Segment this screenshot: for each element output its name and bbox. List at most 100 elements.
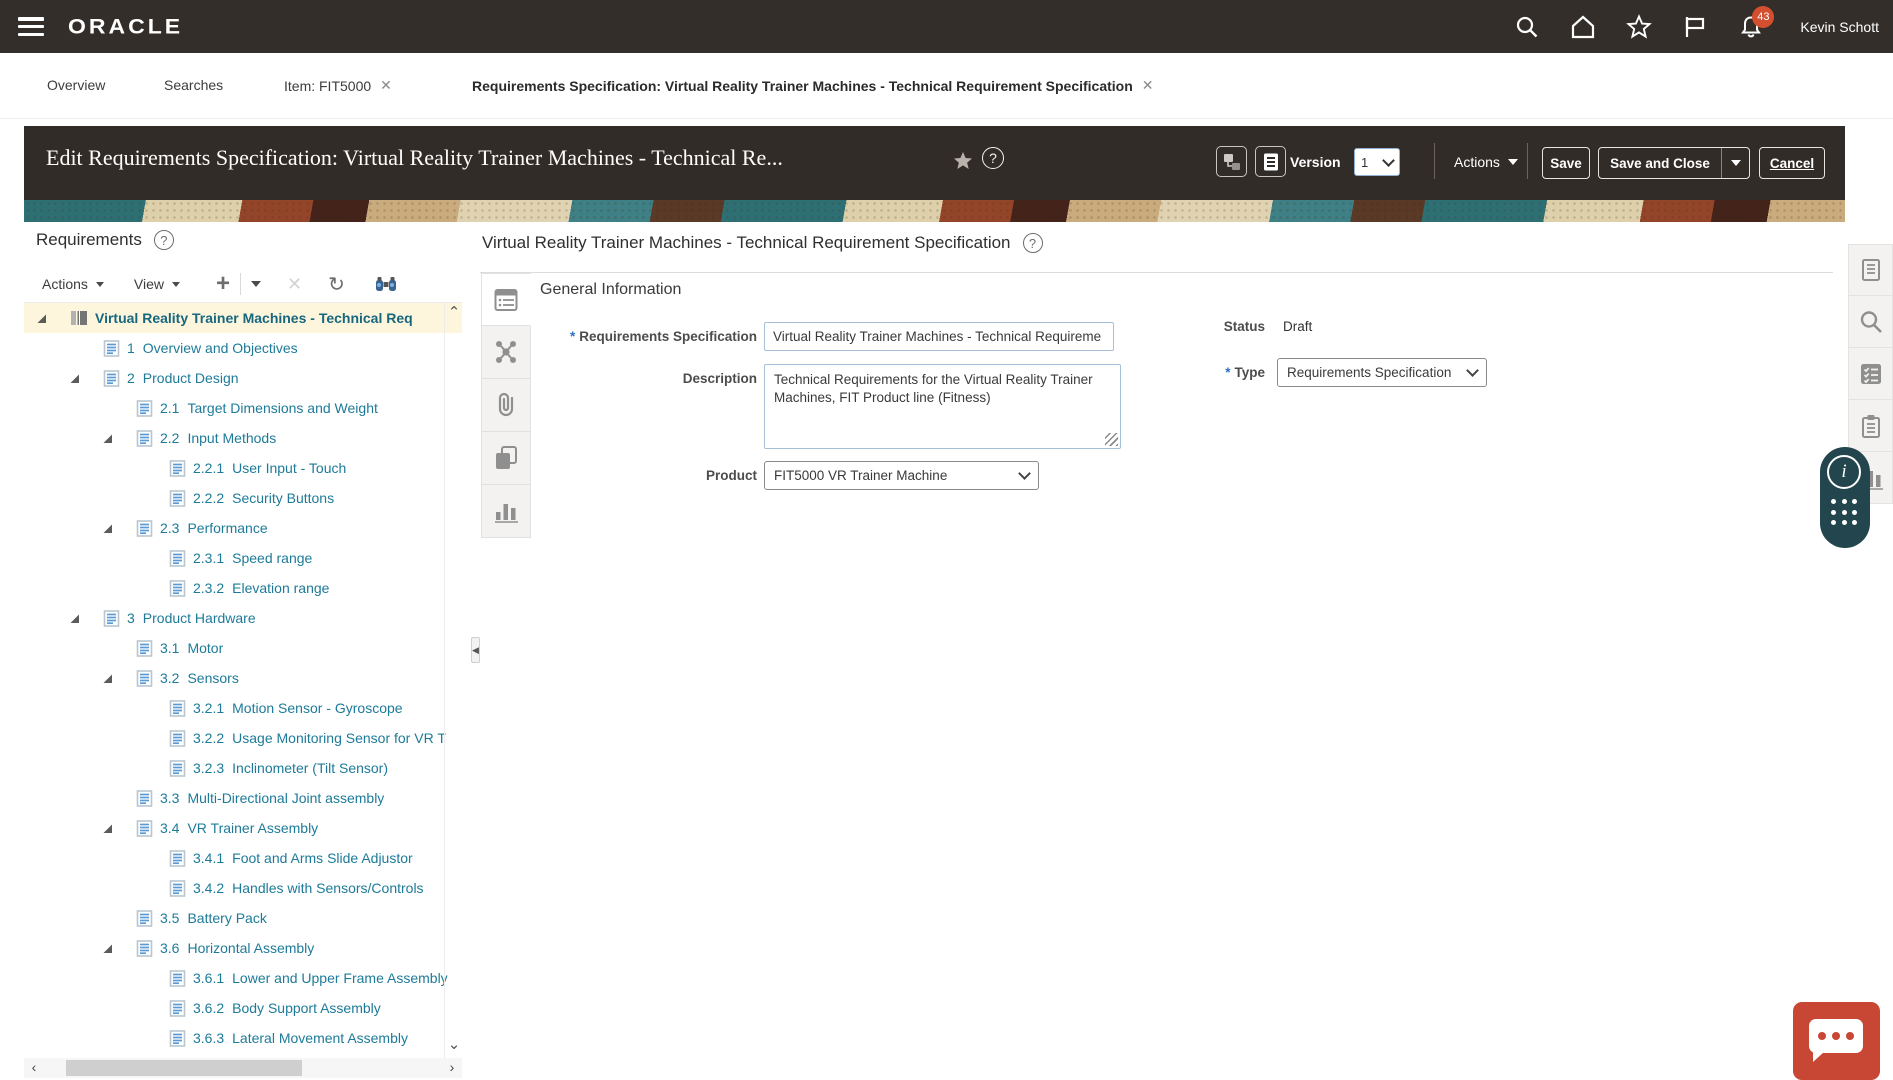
page-help-icon[interactable]: ? bbox=[982, 147, 1004, 169]
chat-assistant-button[interactable] bbox=[1793, 1002, 1880, 1080]
attachments-tab[interactable] bbox=[481, 379, 531, 432]
product-select[interactable]: FIT5000 VR Trainer Machine bbox=[764, 461, 1039, 490]
expand-collapse-arrow-icon[interactable] bbox=[67, 373, 103, 384]
metrics-chart-tab[interactable] bbox=[481, 485, 531, 538]
help-launcher-widget[interactable]: i bbox=[1820, 447, 1870, 548]
textarea-resize-handle[interactable] bbox=[1105, 433, 1118, 446]
tree-item[interactable]: 2.3.2Elevation range bbox=[24, 573, 462, 603]
tree-item[interactable]: 2.3.1Speed range bbox=[24, 543, 462, 573]
tree-item[interactable]: 3.6.2Body Support Assembly bbox=[24, 993, 462, 1023]
requirements-help-icon[interactable]: ? bbox=[154, 230, 174, 250]
expand-collapse-arrow-icon[interactable] bbox=[100, 523, 136, 534]
tab-overview[interactable]: Overview bbox=[47, 77, 105, 93]
scroll-left-icon[interactable]: ‹ bbox=[26, 1059, 42, 1077]
scroll-down-icon[interactable]: ⌄ bbox=[446, 1038, 462, 1054]
scrollbar-thumb[interactable] bbox=[66, 1060, 302, 1076]
save-and-close-split-button[interactable]: Save and Close bbox=[1598, 147, 1750, 179]
expand-collapse-arrow-icon[interactable] bbox=[100, 433, 136, 444]
requirement-doc-icon bbox=[169, 760, 186, 777]
tree-horizontal-scrollbar[interactable]: ‹ › bbox=[24, 1058, 462, 1078]
specification-help-icon[interactable]: ? bbox=[1023, 233, 1043, 253]
tree-item-number: 3.3 bbox=[160, 790, 179, 806]
scroll-right-icon[interactable]: › bbox=[444, 1059, 460, 1077]
expand-collapse-arrow-icon[interactable] bbox=[34, 313, 70, 324]
notifications-bell-icon[interactable]: 43 bbox=[1738, 14, 1764, 40]
tab-close-icon[interactable]: ✕ bbox=[380, 77, 392, 94]
add-requirement-button[interactable]: + bbox=[216, 274, 230, 294]
panel-collapse-handle[interactable]: ◀ bbox=[471, 637, 480, 663]
current-user-name[interactable]: Kevin Schott bbox=[1800, 19, 1879, 35]
clipboard-icon[interactable] bbox=[1848, 400, 1893, 452]
flag-icon[interactable] bbox=[1682, 14, 1708, 40]
tab-item-fit5000[interactable]: Item: FIT5000 ✕ bbox=[284, 77, 392, 94]
add-menu-arrow[interactable] bbox=[251, 281, 261, 287]
save-menu-arrow-button[interactable] bbox=[1722, 160, 1749, 166]
home-icon[interactable] bbox=[1570, 14, 1596, 40]
tree-item-number: 3.2 bbox=[160, 670, 179, 686]
tree-item[interactable]: 3.2.2Usage Monitoring Sensor for VR T bbox=[24, 723, 462, 753]
side-by-side-view-button[interactable] bbox=[1216, 146, 1247, 177]
type-select[interactable]: Requirements Specification bbox=[1277, 358, 1487, 387]
save-button[interactable]: Save bbox=[1542, 147, 1590, 179]
details-document-icon[interactable] bbox=[1848, 244, 1893, 296]
actions-menu-button[interactable]: Actions bbox=[1454, 154, 1518, 170]
tree-item-label: Security Buttons bbox=[232, 490, 334, 506]
tab-searches[interactable]: Searches bbox=[164, 77, 223, 93]
favorites-star-icon[interactable] bbox=[1626, 14, 1652, 40]
delete-requirement-button[interactable]: ✕ bbox=[287, 274, 302, 295]
list-view-button[interactable] bbox=[1255, 146, 1286, 177]
scroll-up-icon[interactable]: ⌃ bbox=[446, 306, 462, 322]
tree-item[interactable]: 3.3Multi-Directional Joint assembly bbox=[24, 783, 462, 813]
divider bbox=[240, 273, 241, 295]
tree-item[interactable]: 2.1Target Dimensions and Weight bbox=[24, 393, 462, 423]
expand-collapse-arrow-icon[interactable] bbox=[100, 943, 136, 954]
tree-item[interactable]: 3.4.2Handles with Sensors/Controls bbox=[24, 873, 462, 903]
tab-close-icon[interactable]: ✕ bbox=[1142, 77, 1154, 94]
tree-item[interactable]: 3.6.3Lateral Movement Assembly bbox=[24, 1023, 462, 1053]
tree-item[interactable]: 3.6.1Lower and Upper Frame Assembly bbox=[24, 963, 462, 993]
description-textarea[interactable]: Technical Requirements for the Virtual R… bbox=[764, 364, 1121, 449]
tree-item[interactable]: 3.5Battery Pack bbox=[24, 903, 462, 933]
tree-item-number: 3.6 bbox=[160, 940, 179, 956]
expand-collapse-arrow-icon[interactable] bbox=[67, 613, 103, 624]
checklist-icon[interactable] bbox=[1848, 348, 1893, 400]
tree-item[interactable]: 2.3Performance bbox=[24, 513, 462, 543]
tree-item[interactable]: 2.2.1User Input - Touch bbox=[24, 453, 462, 483]
requirement-doc-icon bbox=[169, 580, 186, 597]
expand-collapse-arrow-icon[interactable] bbox=[100, 823, 136, 834]
tree-item[interactable]: 3.4VR Trainer Assembly bbox=[24, 813, 462, 843]
tree-vertical-scrollbar[interactable]: ⌃ ⌄ bbox=[444, 302, 462, 1058]
tree-item[interactable]: 3.6Horizontal Assembly bbox=[24, 933, 462, 963]
tree-item[interactable]: 3.4.1Foot and Arms Slide Adjustor bbox=[24, 843, 462, 873]
search-panel-icon[interactable] bbox=[1848, 296, 1893, 348]
tree-item[interactable]: 2.2.2Security Buttons bbox=[24, 483, 462, 513]
requirements-specification-input[interactable] bbox=[764, 322, 1114, 351]
tree-view-menu[interactable]: View bbox=[134, 276, 180, 292]
tree-actions-menu[interactable]: Actions bbox=[42, 276, 104, 292]
version-select[interactable]: 1 bbox=[1354, 148, 1400, 176]
requirement-doc-icon bbox=[103, 610, 120, 627]
info-icon[interactable]: i bbox=[1827, 455, 1861, 489]
tree-item[interactable]: 3Product Hardware bbox=[24, 603, 462, 633]
expand-collapse-arrow-icon[interactable] bbox=[100, 673, 136, 684]
tree-item[interactable]: 3.1Motor bbox=[24, 633, 462, 663]
tree-item[interactable]: 3.2.3Inclinometer (Tilt Sensor) bbox=[24, 753, 462, 783]
refresh-icon[interactable]: ↻ bbox=[328, 272, 345, 297]
requirement-doc-icon bbox=[103, 340, 120, 357]
favorite-star-icon[interactable] bbox=[952, 150, 974, 172]
app-grid-icon[interactable] bbox=[1831, 499, 1859, 527]
tree-item[interactable]: 1Overview and Objectives bbox=[24, 333, 462, 363]
tab-requirements-specification[interactable]: Requirements Specification: Virtual Real… bbox=[472, 77, 1154, 94]
tree-item[interactable]: 2.2Input Methods bbox=[24, 423, 462, 453]
cancel-button[interactable]: Cancel bbox=[1759, 147, 1825, 179]
tree-item[interactable]: 3.2.1Motion Sensor - Gyroscope bbox=[24, 693, 462, 723]
search-icon[interactable] bbox=[1514, 14, 1540, 40]
tree-item[interactable]: 2Product Design bbox=[24, 363, 462, 393]
tree-item[interactable]: Virtual Reality Trainer Machines - Techn… bbox=[24, 303, 462, 333]
navigation-menu-icon[interactable] bbox=[18, 17, 44, 36]
general-information-tab[interactable] bbox=[481, 273, 531, 326]
specification-binder-icon bbox=[70, 309, 88, 327]
version-label: Version bbox=[1290, 154, 1341, 170]
find-binoculars-icon[interactable] bbox=[375, 276, 397, 292]
tree-item[interactable]: 3.2Sensors bbox=[24, 663, 462, 693]
